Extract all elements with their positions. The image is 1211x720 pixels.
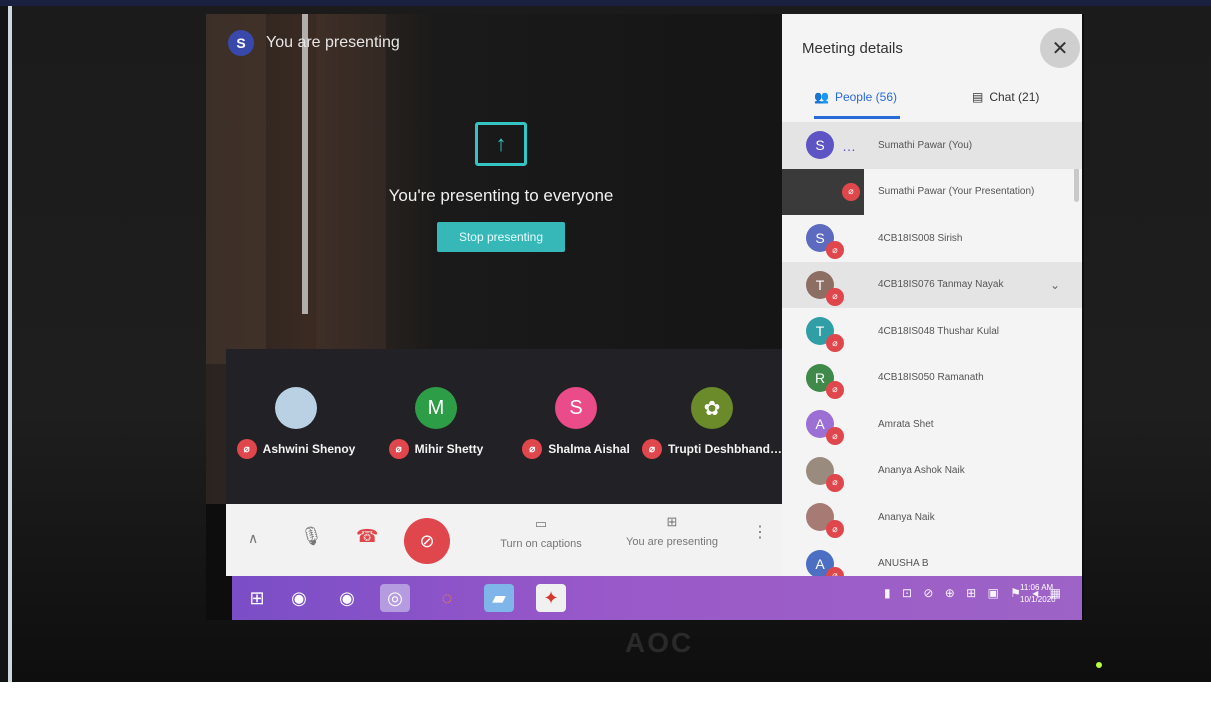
close-panel-button[interactable]: ✕ — [1040, 28, 1080, 68]
monitor-screen: S You are presenting ↑ You're presenting… — [206, 14, 1084, 620]
participant-avatar: S — [555, 387, 597, 429]
participant-tile[interactable]: ⌀ Ashwini Shenoy — [226, 387, 366, 459]
participant-tile[interactable]: ✿ ⌀ Trupti Deshbhand… — [642, 387, 782, 459]
presenting-banner-text: You are presenting — [266, 34, 400, 51]
list-item[interactable]: T ⌀ 4CB18IS076 Tanmay Nayak ⌄ — [782, 261, 1082, 308]
list-item[interactable]: S ⌀ 4CB18IS008 Sirish — [782, 215, 1082, 262]
presenting-banner: S You are presenting — [228, 30, 400, 56]
participant-tile[interactable]: M ⌀ Mihir Shetty — [366, 387, 506, 459]
mic-off-icon: ⌀ — [826, 334, 844, 352]
captions-button[interactable]: ▭ Turn on captions — [496, 516, 586, 550]
present-icon: ⊞ — [666, 514, 678, 529]
participant-tile[interactable]: S ⌀ Shalma Aishal — [506, 387, 646, 459]
mic-off-icon: ⌀ — [826, 380, 844, 399]
hang-up-icon[interactable]: ☎ — [356, 526, 378, 547]
mic-off-icon: ⌀ — [842, 182, 860, 201]
captions-label: Turn on captions — [500, 538, 582, 550]
mic-off-icon: ⌀ — [826, 287, 844, 306]
chevron-down-icon[interactable]: ⌄ — [1050, 278, 1060, 292]
mic-off-icon: ⌀ — [388, 439, 409, 459]
windows-start-icon[interactable]: ⊞ — [242, 584, 272, 612]
meet-stage: S You are presenting ↑ You're presenting… — [206, 14, 782, 504]
meeting-controls: ∧ 🎙 ☎ ⊘ ▭ Turn on captions ⊞ You are pre… — [226, 504, 782, 576]
microphone-icon[interactable]: 🎙 — [300, 526, 323, 547]
participant-name: 4CB18IS048 Thushar Kulal — [878, 325, 1000, 337]
participant-name: 4CB18IS076 Tanmay Nayak — [878, 279, 1004, 291]
app-icon[interactable]: ◌ — [432, 584, 462, 612]
mic-off-icon: ⌀ — [826, 473, 844, 492]
list-item[interactable]: ⌀ Sumathi Pawar (Your Presentation) — [782, 168, 1082, 216]
meeting-details-panel: Meeting details ✕ 👥 People (56) ▤ Chat (… — [782, 14, 1082, 576]
mic-off-icon: ⌀ — [642, 439, 662, 459]
taskbar-clock[interactable]: 11:06 AM 10/1/2020 — [1020, 582, 1056, 606]
photo-frame: S You are presenting ↑ You're presenting… — [0, 0, 1211, 682]
list-item[interactable]: R ⌀ 4CB18IS050 Ramanath — [782, 355, 1082, 402]
participant-name: Ananya Naik — [878, 511, 935, 523]
chrome-icon[interactable]: ◎ — [380, 584, 410, 612]
participant-name: 4CB18IS008 Sirish — [878, 232, 963, 244]
chevron-up-icon[interactable]: ∧ — [248, 530, 258, 547]
list-item[interactable]: ⌀ Ananya Naik — [782, 494, 1082, 541]
mic-off-icon: ⌀ — [826, 520, 844, 538]
clock-time: 11:06 AM — [1020, 583, 1054, 592]
tab-chat-label: Chat (21) — [989, 90, 1040, 104]
list-item[interactable]: ⌀ Ananya Ashok Naik — [782, 448, 1082, 495]
participant-photo: ✿ — [691, 387, 733, 429]
windows-taskbar: ⊞ ◉ ◉ ◎ ◌ ▰ ✦ ▮ ⊡ ⊘ ⊕ ⊞ ▣ ⚑ ◂ ▦ 11:06 AM… — [232, 576, 1082, 620]
mic-off-icon: ⌀ — [826, 427, 844, 445]
people-list: S … Sumathi Pawar (You) ⌀ Sumathi Pawar … — [782, 122, 1082, 576]
power-indicator — [1096, 662, 1102, 668]
browser-icon[interactable]: ◉ — [332, 584, 362, 612]
monitor-brand-logo: AOC — [625, 627, 694, 658]
tab-people[interactable]: 👥 People (56) — [814, 90, 897, 104]
participant-name: Trupti Deshbhand… — [668, 442, 782, 456]
presenting-notice: ↑ You're presenting to everyone Stop pre… — [356, 122, 646, 252]
more-dots-icon: … — [842, 138, 856, 154]
more-options-icon[interactable]: ⋮ — [752, 522, 768, 542]
presenting-message: You're presenting to everyone — [388, 186, 614, 205]
present-screen-icon: ↑ — [475, 122, 527, 166]
list-item[interactable]: A ⌀ ANUSHA B — [782, 541, 1082, 576]
participant-name: Ashwini Shenoy — [262, 442, 356, 456]
window-frame — [302, 14, 308, 314]
active-tab-indicator — [814, 116, 900, 119]
mic-off-icon: ⌀ — [826, 566, 844, 576]
list-item[interactable]: A ⌀ Amrata Shet — [782, 401, 1082, 448]
participant-name: ANUSHA B — [878, 558, 929, 570]
app-icon[interactable]: ▰ — [484, 584, 514, 612]
pdf-icon[interactable]: ✦ — [536, 584, 566, 612]
list-item[interactable]: S … Sumathi Pawar (You) — [782, 122, 1082, 169]
tab-people-label: People (56) — [834, 90, 897, 104]
list-item[interactable]: T ⌀ 4CB18IS048 Thushar Kulal — [782, 308, 1082, 355]
participant-photo — [275, 387, 317, 429]
participant-tiles: ⌀ Ashwini Shenoy M ⌀ Mihir Shetty S ⌀ Shalm… — [226, 349, 782, 504]
panel-title: Meeting details — [802, 40, 903, 57]
present-label: You are presenting — [626, 536, 718, 548]
participant-name: Mihir Shetty — [414, 442, 484, 456]
participant-avatar: M — [415, 387, 457, 429]
camera-off-button[interactable]: ⊘ — [404, 518, 450, 564]
participant-name: Sumathi Pawar (Your Presentation) — [878, 186, 1035, 198]
clock-date: 10/1/2020 — [1020, 595, 1056, 604]
mic-off-icon: ⌀ — [826, 241, 844, 259]
mic-off-icon: ⌀ — [236, 439, 257, 459]
avatar: S — [806, 131, 834, 160]
present-now-button[interactable]: ⊞ You are presenting — [622, 514, 722, 548]
stop-presenting-button[interactable]: Stop presenting — [436, 222, 566, 252]
participant-name: Shalma Aishal — [548, 442, 630, 456]
browser-icon[interactable]: ◉ — [284, 584, 314, 612]
participant-name: Sumathi Pawar (You) — [878, 139, 973, 151]
participant-name: Ananya Ashok Naik — [878, 465, 965, 477]
mic-off-icon: ⌀ — [522, 439, 543, 459]
curtain-left — [206, 14, 266, 364]
participant-name: Amrata Shet — [878, 418, 934, 430]
tab-chat[interactable]: ▤ Chat (21) — [972, 90, 1039, 104]
captions-icon: ▭ — [534, 516, 548, 531]
people-icon: 👥 — [814, 90, 829, 104]
chat-icon: ▤ — [972, 90, 984, 104]
participant-name: 4CB18IS050 Ramanath — [878, 372, 984, 384]
presenter-avatar: S — [228, 30, 254, 56]
